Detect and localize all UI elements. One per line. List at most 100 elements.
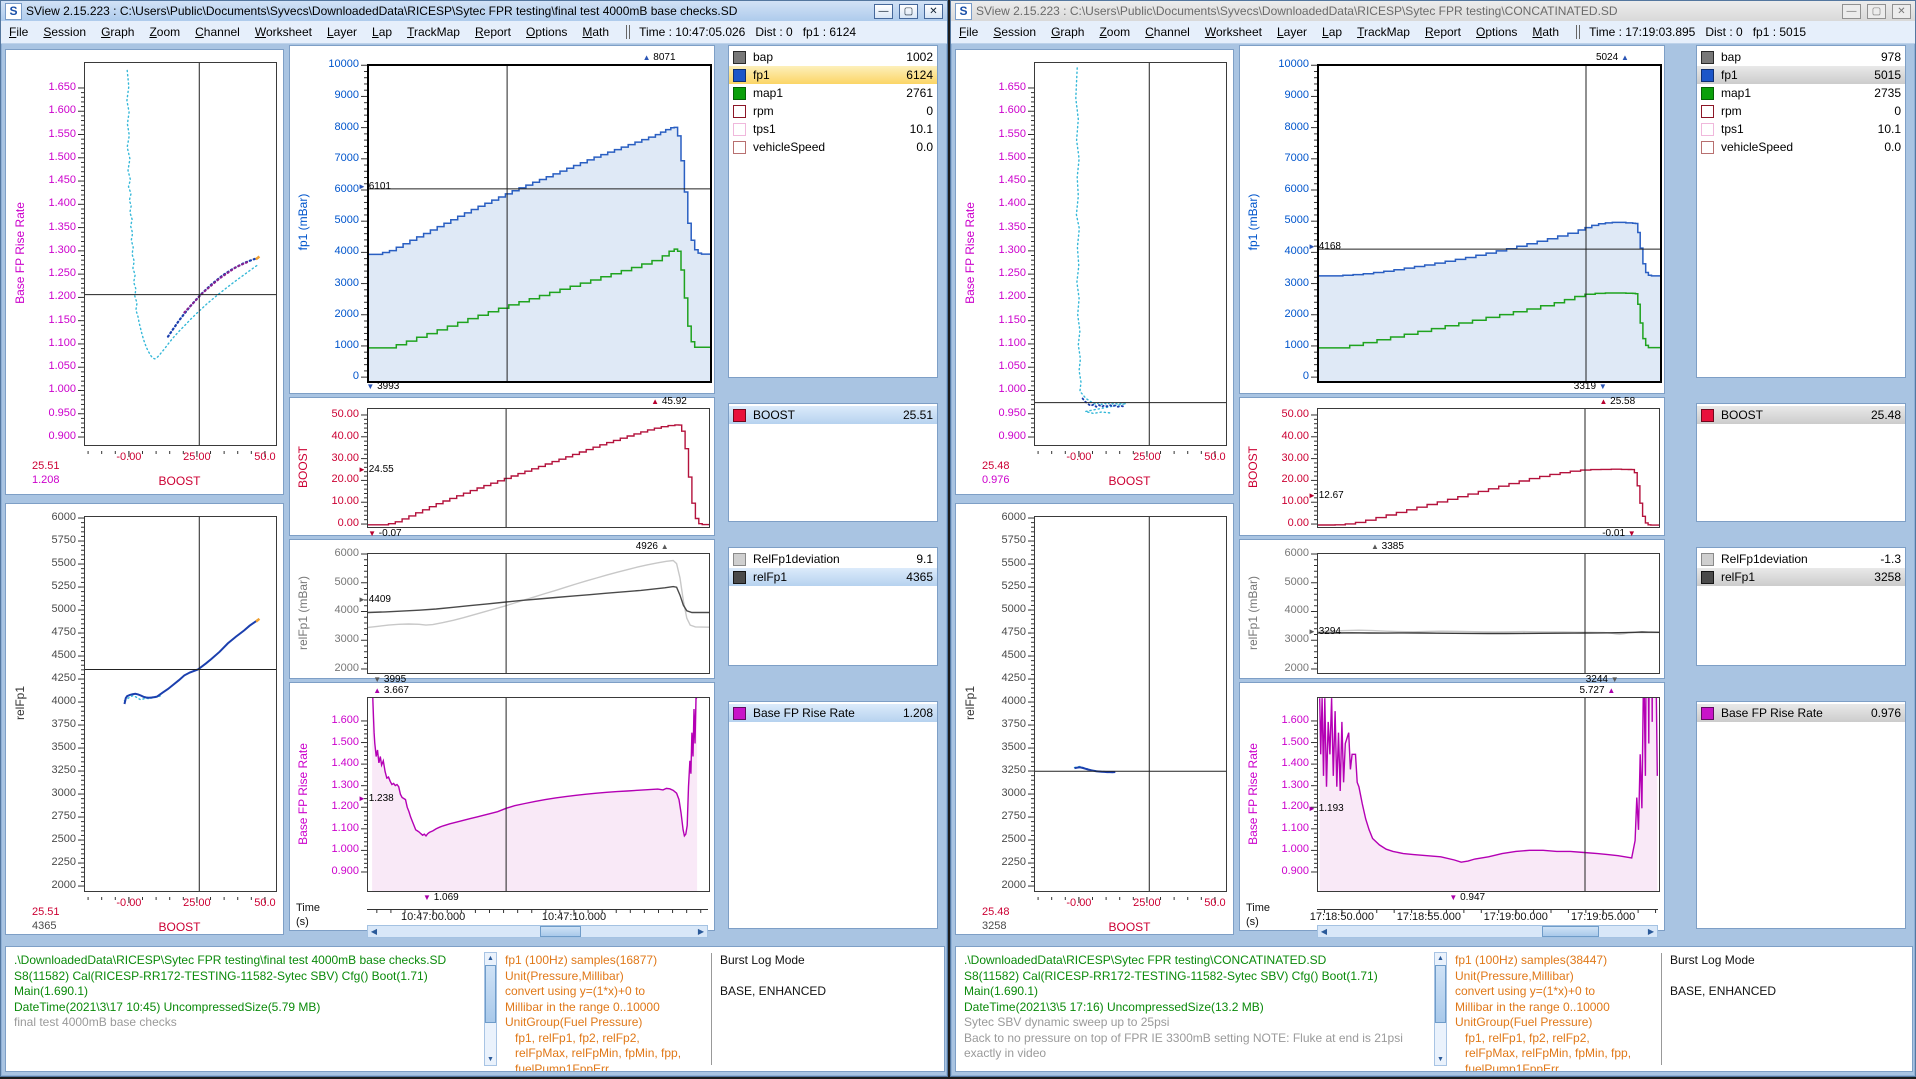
desktop: S SView 2.15.223 : C:\Users\Public\Docum… [0,0,1916,1079]
channel-row-boost[interactable]: BOOST25.48 [1697,406,1905,424]
log-line: .\DownloadedData\RICESP\Sytec FPR testin… [964,953,1426,969]
cursor-value-marker: ► 1.193 [1308,803,1344,814]
channel-row-bap[interactable]: bap1002 [729,48,937,66]
y-tick-label: 0.900 [1269,865,1309,877]
scatter-panel-base-fp-rise-rate-vs-boost: 1.6501.6001.5501.5001.4501.4001.3501.300… [5,49,284,495]
channel-row-relfp1deviation[interactable]: RelFp1deviation-1.3 [1697,550,1905,568]
base-fp-rise-rate-plot[interactable] [1317,697,1660,892]
channel-name: RelFp1deviation [753,552,840,566]
channel-legend-panel: BOOST25.51 [728,403,938,522]
channel-row-rpm[interactable]: rpm0 [729,102,937,120]
time-scrollbar[interactable]: ◀▶ [1317,925,1658,938]
base-fp-rise-rate-plot[interactable] [367,697,710,892]
timeseries-panel-base-fp-rise-rate: 1.6001.5001.4001.3001.2001.1001.0000.900… [1239,682,1665,931]
channel-row-tps1[interactable]: tps110.1 [1697,120,1905,138]
y-axis-label: Base FP Rise Rate [13,202,27,304]
relfp1-vs-boost-plot[interactable] [1034,516,1227,892]
channel-name: BOOST [753,408,795,422]
channel-color-swatch [733,87,746,100]
channel-row-tps1[interactable]: tps110.1 [729,120,937,138]
base-fp-rise-rate-vs-boost-plot[interactable] [1034,62,1227,446]
channel-row-boost[interactable]: BOOST25.51 [729,406,937,424]
log-line: relFpMax, relFpMin, fpMin, fpp, [1455,1046,1653,1062]
channel-row-bap[interactable]: bap978 [1697,48,1905,66]
channel-row-rpm[interactable]: rpm0 [1697,102,1905,120]
y-tick-label: 2250 [986,856,1026,868]
y-tick-label: 3250 [36,764,76,776]
scroll-left-arrow[interactable]: ◀ [368,926,380,937]
log-line: fuelPump1FppErr, [505,1062,703,1072]
y-tick-label: 8000 [319,121,359,133]
channel-row-map1[interactable]: map12761 [729,84,937,102]
log-mode-line: BASE, ENHANCED [720,984,936,1000]
sview-window-right[interactable]: S SView 2.15.223 : C:\Users\Public\Docum… [950,0,1916,1077]
channel-name: map1 [753,86,783,100]
channel-name: vehicleSpeed [753,140,825,154]
channel-legend-panel: bap1002fp16124map12761rpm0tps110.1vehicl… [728,45,938,378]
x-tick-label: 50.0 [254,897,275,909]
channel-row-fp1[interactable]: fp16124 [729,66,937,84]
channel-name: bap [1721,50,1741,64]
time-scrollbar[interactable]: ◀▶ [367,925,708,938]
boost-plot[interactable] [1317,408,1660,528]
y-tick-label: 2000 [1269,308,1309,320]
channel-row-relfp1[interactable]: relFp13258 [1697,568,1905,586]
cursor-x-value: 25.51 [32,906,60,918]
channel-row-fp1[interactable]: fp15015 [1697,66,1905,84]
scrollbar-thumb[interactable] [1542,926,1599,937]
scroll-up-arrow[interactable]: ▲ [1435,953,1446,964]
y-tick-label: 3000 [36,787,76,799]
y-axis-ticks [78,516,84,890]
scroll-up-arrow[interactable]: ▲ [485,953,496,964]
channel-value: 0 [926,104,933,118]
y-tick-label: 1.000 [1269,843,1309,855]
scrollbar-thumb[interactable] [1435,965,1446,1023]
channel-row-relfp1[interactable]: relFp14365 [729,568,937,586]
log-mode-info: Burst Log ModeBASE, ENHANCED [712,947,944,1071]
boost-plot[interactable] [367,408,710,528]
y-tick-label: 5250 [986,580,1026,592]
log-scrollbar[interactable]: ▲▼ [484,952,497,1066]
log-scrollbar[interactable]: ▲▼ [1434,952,1447,1066]
channel-color-swatch [733,51,746,64]
y-axis-label: fp1 (mBar) [296,193,310,250]
channel-row-vehiclespeed[interactable]: vehicleSpeed0.0 [1697,138,1905,156]
peak-marker: 5024 ▲ [1596,52,1629,63]
scroll-down-arrow[interactable]: ▼ [485,1054,496,1065]
channel-row-relfp1deviation[interactable]: RelFp1deviation9.1 [729,550,937,568]
channel-legend-panel: bap978fp15015map12735rpm0tps110.1vehicle… [1696,45,1906,378]
relfp1-plot[interactable] [367,553,710,674]
scroll-left-arrow[interactable]: ◀ [1318,926,1330,937]
peak-marker: 5.727 ▲ [1580,685,1616,696]
y-tick-label: 4500 [36,649,76,661]
min-marker: ▼ 1.069 [423,892,459,903]
scroll-right-arrow[interactable]: ▶ [1645,926,1657,937]
y-axis-ticks [78,62,84,444]
y-tick-label: 1.400 [36,197,76,209]
y-tick-label: 6000 [319,183,359,195]
sview-window-left[interactable]: S SView 2.15.223 : C:\Users\Public\Docum… [0,0,948,1077]
scroll-down-arrow[interactable]: ▼ [1435,1054,1446,1065]
scroll-right-arrow[interactable]: ▶ [695,926,707,937]
scrollbar-thumb[interactable] [540,926,582,937]
y-axis-ticks [1311,697,1317,890]
relfp1-vs-boost-plot[interactable] [84,516,277,892]
peak-marker: ▲ 25.58 [1599,396,1635,407]
channel-row-map1[interactable]: map12735 [1697,84,1905,102]
y-tick-label: 1.000 [319,843,359,855]
fp1-plot[interactable] [1317,64,1662,383]
log-comment-line: final test 4000mB base checks [14,1015,476,1031]
fp1-plot[interactable] [367,64,712,383]
y-axis-ticks [1028,62,1034,444]
channel-row-vehiclespeed[interactable]: vehicleSpeed0.0 [729,138,937,156]
scrollbar-thumb[interactable] [485,965,496,1023]
channel-row-base-fp-rise-rate[interactable]: Base FP Rise Rate1.208 [729,704,937,722]
cursor-y-value: 0.976 [982,474,1010,486]
base-fp-rise-rate-vs-boost-plot[interactable] [84,62,277,446]
relfp1-plot[interactable] [1317,553,1660,674]
channel-name: bap [753,50,773,64]
y-tick-label: 4750 [986,626,1026,638]
cursor-y-value: 3258 [982,920,1006,932]
channel-row-base-fp-rise-rate[interactable]: Base FP Rise Rate0.976 [1697,704,1905,722]
y-tick-label: 6000 [319,547,359,559]
